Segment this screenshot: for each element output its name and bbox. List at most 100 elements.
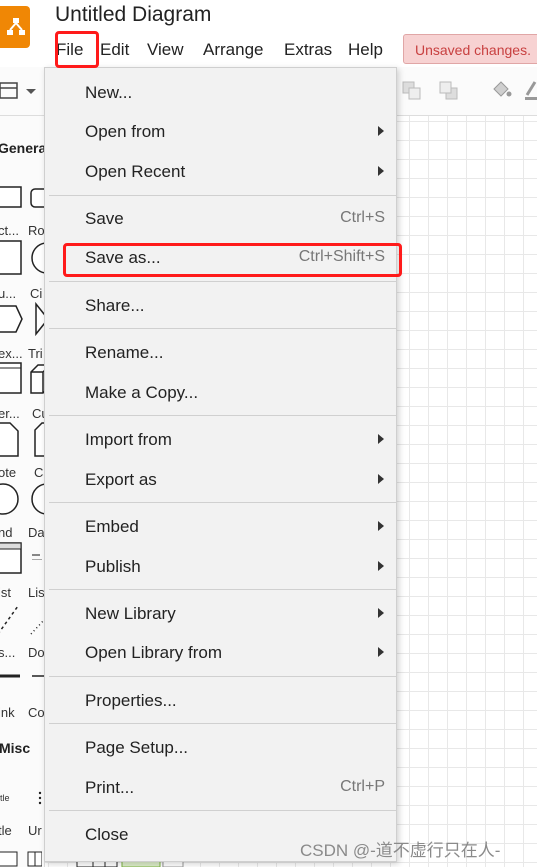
menu-item-label: Export as — [85, 470, 157, 489]
submenu-arrow-icon — [378, 166, 384, 176]
dotted-line-shape-icon[interactable] — [30, 616, 45, 636]
menu-item-save[interactable]: Save Ctrl+S — [45, 201, 396, 239]
menu-item-export-as[interactable]: Export as — [45, 462, 396, 500]
format-panel-icon[interactable] — [0, 81, 40, 101]
sidebar-shape-label: Ur — [28, 823, 42, 838]
fill-color-icon[interactable] — [490, 79, 512, 101]
list-item-shape-icon[interactable] — [30, 550, 45, 570]
menu-item-label: Close — [85, 825, 129, 844]
sidebar-shape-label: ex... — [0, 346, 23, 361]
submenu-arrow-icon — [378, 126, 384, 136]
dashed-line-shape-icon[interactable] — [0, 602, 22, 636]
menu-item-properties[interactable]: Properties... — [45, 683, 396, 721]
to-back-icon[interactable] — [439, 81, 459, 101]
table-shape-icon[interactable] — [0, 846, 42, 867]
menu-item-new[interactable]: New... — [45, 75, 396, 113]
menu-item-label: Rename... — [85, 343, 164, 362]
note-shape-icon[interactable] — [0, 422, 22, 458]
sidebar-shape-label: itle — [0, 793, 10, 803]
sidebar-shape-label: Lis — [28, 585, 45, 600]
menu-item-label: Properties... — [85, 691, 177, 710]
sidebar-shape-label: s... — [0, 645, 16, 660]
sidebar-shape-label: nd — [0, 525, 13, 540]
sidebar-shape-label: Da — [28, 525, 45, 540]
menu-separator — [49, 502, 396, 503]
menu-item-label: Share... — [85, 296, 145, 315]
rounded-rect-shape-icon[interactable] — [30, 188, 45, 210]
to-front-icon[interactable] — [402, 81, 422, 101]
sidebar-shape-label: ote — [0, 465, 17, 480]
menu-item-label: New Library — [85, 604, 176, 623]
menu-item-make-copy[interactable]: Make a Copy... — [45, 375, 396, 413]
menu-item-rename[interactable]: Rename... — [45, 335, 396, 373]
menu-item-print[interactable]: Print... Ctrl+P — [45, 770, 396, 808]
submenu-arrow-icon — [378, 647, 384, 657]
sidebar-shape-label: Tri — [28, 346, 43, 361]
menu-item-label: Open Recent — [85, 162, 186, 181]
hexagon-shape-icon[interactable] — [0, 304, 26, 334]
submenu-arrow-icon — [378, 434, 384, 444]
menu-separator — [49, 676, 396, 677]
menu-item-import-from[interactable]: Import from — [45, 422, 396, 460]
submenu-arrow-icon — [378, 608, 384, 618]
menu-separator — [49, 415, 396, 416]
sidebar-shape-label: Co — [28, 705, 45, 720]
line-color-icon[interactable] — [525, 79, 537, 101]
menu-edit[interactable]: Edit — [100, 38, 129, 62]
menu-item-label: Page Setup... — [85, 738, 189, 757]
file-menu-dropdown: New... Open from Open Recent Save Ctrl+S… — [44, 67, 397, 862]
menu-item-new-library[interactable]: New Library — [45, 596, 396, 634]
menu-arrange[interactable]: Arrange — [203, 38, 263, 62]
menu-separator — [49, 589, 396, 590]
menu-help[interactable]: Help — [348, 38, 383, 62]
menu-separator — [49, 328, 396, 329]
menu-item-open-from[interactable]: Open from — [45, 114, 396, 152]
menu-item-share[interactable]: Share... — [45, 288, 396, 326]
sidebar-shape-label: tle — [0, 823, 12, 838]
data-shape-icon[interactable] — [30, 482, 45, 516]
sidebar-shape-label: ct... — [0, 223, 19, 238]
sidebar-shape-label: ist — [0, 585, 11, 600]
sidebar-shape-label: ink — [0, 705, 15, 720]
sidebar-section-general[interactable]: Genera — [0, 140, 44, 156]
square-shape-icon[interactable] — [0, 240, 24, 276]
sidebar-shape-label: u... — [0, 286, 17, 301]
menu-item-page-setup[interactable]: Page Setup... — [45, 730, 396, 768]
submenu-arrow-icon — [378, 474, 384, 484]
diagram-logo-icon — [7, 18, 25, 35]
menu-item-label: Print... — [85, 778, 135, 797]
menu-item-label: Publish — [85, 557, 141, 576]
sidebar-shape-label: Ro — [28, 223, 45, 238]
sidebar-shape-label: Do — [28, 645, 45, 660]
submenu-arrow-icon — [378, 561, 384, 571]
link-shape-icon[interactable] — [0, 671, 22, 681]
menu-view[interactable]: View — [147, 38, 184, 62]
menu-item-embed[interactable]: Embed — [45, 509, 396, 547]
list-shape-icon[interactable] — [0, 542, 24, 576]
menu-extras[interactable]: Extras — [284, 38, 332, 62]
menu-item-publish[interactable]: Publish — [45, 549, 396, 587]
menu-item-shortcut: Ctrl+P — [340, 778, 385, 795]
watermark-text: CSDN @-道不虚行只在人- — [300, 841, 501, 860]
document-title[interactable]: Untitled Diagram — [55, 3, 211, 27]
sidebar-shape-label: er... — [0, 406, 20, 421]
menu-separator — [49, 810, 396, 811]
shapes-sidebar: Genera ct... Ro u... Ci ex... Tri er... … — [0, 116, 45, 867]
ellipse-shape-icon[interactable] — [0, 482, 20, 516]
menu-item-shortcut: Ctrl+S — [340, 209, 385, 226]
menu-item-open-recent[interactable]: Open Recent — [45, 154, 396, 192]
cube-shape-icon[interactable] — [30, 364, 45, 394]
menu-item-label: Open from — [85, 122, 166, 141]
circle-shape-icon[interactable] — [30, 240, 45, 276]
menu-item-label: Embed — [85, 517, 139, 536]
rectangle-shape-icon[interactable] — [0, 186, 24, 210]
menu-item-label: Make a Copy... — [85, 383, 199, 402]
menu-item-label: Save — [85, 209, 124, 228]
sidebar-section-misc[interactable]: Misc — [0, 740, 30, 756]
process-shape-icon[interactable] — [0, 362, 24, 396]
submenu-arrow-icon — [378, 521, 384, 531]
unsaved-changes-badge[interactable]: Unsaved changes. — [403, 34, 537, 64]
menu-item-label: Open Library from — [85, 643, 222, 662]
menu-item-open-library-from[interactable]: Open Library from — [45, 635, 396, 673]
file-menu-highlight-box — [55, 31, 99, 68]
